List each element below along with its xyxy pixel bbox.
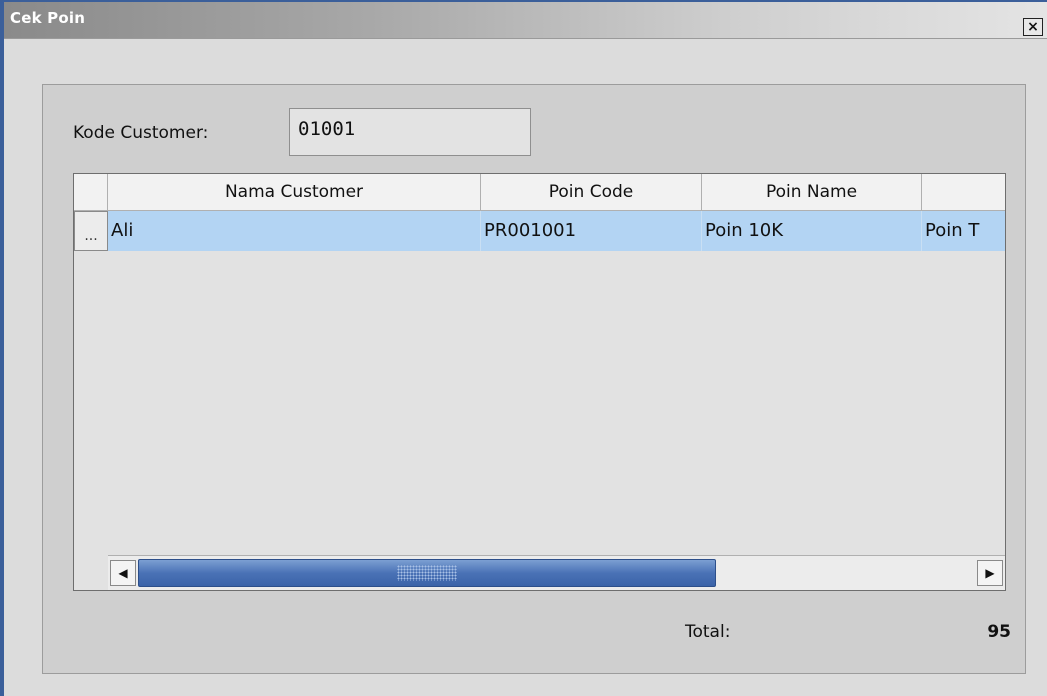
row-selector-button[interactable]: ...: [74, 211, 108, 251]
column-header-poin-code[interactable]: Poin Code: [481, 174, 702, 211]
window-title: Cek Poin: [10, 9, 86, 27]
customer-poin-table[interactable]: Nama Customer Poin Code Poin Name ... Al…: [73, 173, 1006, 591]
close-icon: ×: [1027, 19, 1039, 35]
content-panel: Kode Customer: 01001 Nama Customer Poin …: [42, 84, 1026, 674]
header-corner: [74, 174, 108, 211]
scroll-right-button[interactable]: ▶: [977, 560, 1003, 586]
kode-customer-label: Kode Customer:: [73, 123, 209, 143]
cell-poin-name[interactable]: Poin 10K: [702, 211, 922, 251]
cell-nama-customer[interactable]: Ali: [108, 211, 481, 251]
column-header-4[interactable]: [922, 174, 1005, 211]
cell-poin-code[interactable]: PR001001: [481, 211, 702, 251]
arrow-right-icon: ▶: [985, 566, 995, 580]
title-bar[interactable]: Cek Poin ×: [4, 2, 1047, 39]
thumb-grip: [397, 565, 457, 581]
cek-poin-window: Cek Poin × Kode Customer: 01001 Nama Cus…: [0, 0, 1047, 696]
column-header-nama-customer[interactable]: Nama Customer: [108, 174, 481, 211]
column-header-poin-name[interactable]: Poin Name: [702, 174, 922, 211]
total-label: Total:: [685, 622, 731, 642]
arrow-left-icon: ◀: [118, 566, 128, 580]
table-row[interactable]: ... Ali PR001001 Poin 10K Poin T: [74, 211, 1005, 251]
kode-customer-input[interactable]: 01001: [289, 108, 531, 156]
horizontal-scrollbar[interactable]: ◀ ▶: [108, 555, 1005, 590]
scroll-left-button[interactable]: ◀: [110, 560, 136, 586]
cell-poin-extra[interactable]: Poin T: [922, 211, 1005, 251]
total-value: 95: [987, 622, 1011, 642]
close-button[interactable]: ×: [1023, 18, 1043, 36]
scroll-thumb[interactable]: [138, 559, 716, 587]
